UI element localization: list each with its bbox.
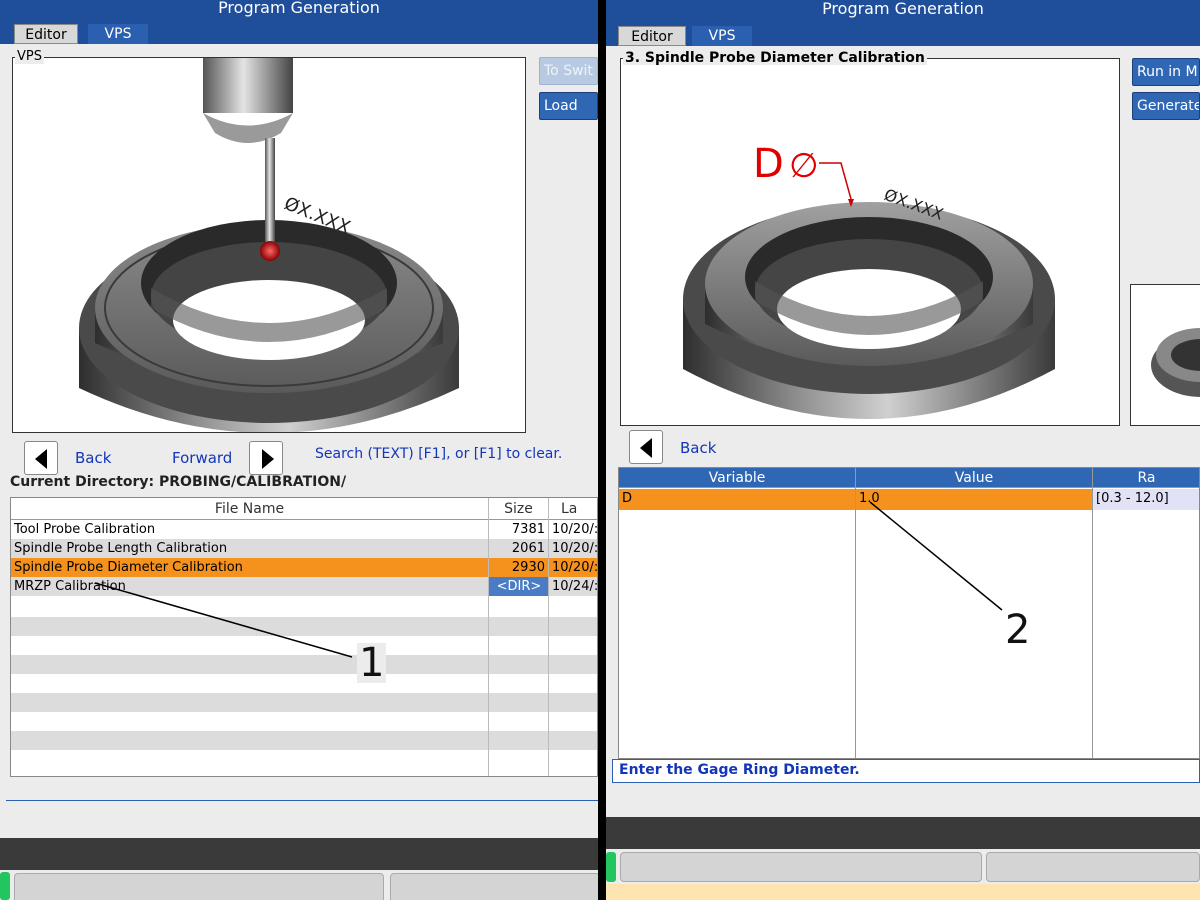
callout-number-1: 1 [357,640,387,686]
callout-1-leader [94,582,353,658]
callout-overlay [94,501,1003,658]
callout-2-leader [869,501,1003,611]
callout-number-2: 2 [1005,607,1031,653]
